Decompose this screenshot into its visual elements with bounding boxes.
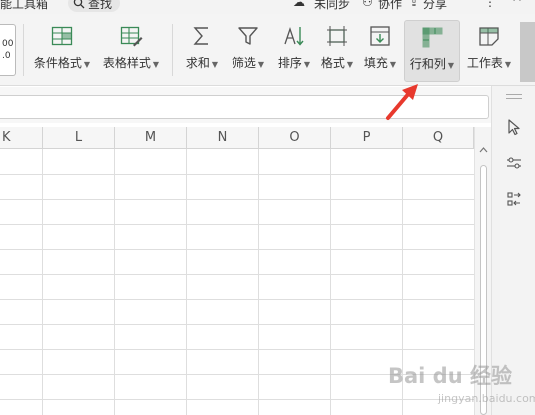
worksheet-icon <box>479 27 499 46</box>
fill-label: 填充 <box>363 56 388 70</box>
scroll-up-icon[interactable] <box>479 147 488 153</box>
ribbon-divider <box>172 24 173 76</box>
grid-column-line <box>258 149 259 415</box>
table-row <box>0 349 474 350</box>
collaborate-icon: ⚇ <box>362 0 373 9</box>
table-row <box>0 324 474 325</box>
fill-button[interactable]: 填充 ▼ <box>358 20 402 82</box>
sort-label: 排序 <box>277 56 302 70</box>
transfer-icon[interactable] <box>505 190 523 208</box>
format-button[interactable]: 格式 ▼ <box>316 20 358 82</box>
worksheet-button[interactable]: 工作表 ▼ <box>462 20 516 82</box>
rows-columns-label: 行和列 <box>409 57 446 71</box>
grid-column-line <box>186 149 187 415</box>
column-header-p[interactable]: P <box>331 127 403 149</box>
grid-column-line <box>42 149 43 415</box>
ribbon-divider <box>23 24 24 76</box>
table-row <box>0 274 474 275</box>
column-header-o[interactable]: O <box>259 127 331 149</box>
sync-status[interactable]: 未同步 <box>314 0 350 12</box>
table-row <box>0 199 474 200</box>
search-box[interactable]: 查找 <box>68 0 120 12</box>
watermark-text: Bai du 经验 <box>388 364 512 388</box>
conditional-format-button[interactable]: 条件格式 ▼ <box>30 20 94 82</box>
dropdown-arrow-icon: ▼ <box>389 60 397 69</box>
number-format-partial[interactable]: 00 .0 <box>0 24 16 76</box>
column-header-l[interactable]: L <box>43 127 115 149</box>
column-header-k[interactable]: K <box>0 127 43 149</box>
format-icon <box>327 26 347 46</box>
search-icon <box>73 0 85 9</box>
annotation-arrow-icon <box>386 84 418 120</box>
table-style-icon <box>120 26 143 47</box>
app-title-fragment: 能工具箱 <box>0 0 49 11</box>
share-icon: ⇪ <box>409 0 420 9</box>
column-header-m[interactable]: M <box>115 127 187 149</box>
collapse-ribbon-button[interactable]: ^ <box>512 0 522 9</box>
title-bar: 能工具箱 查找 ☁ 未同步 ⚇ 协作 ⇪ 分享 ⋮ ^ <box>0 0 535 14</box>
dropdown-arrow-icon: ▼ <box>504 60 512 69</box>
sort-icon <box>284 26 304 46</box>
sliders-icon[interactable] <box>505 154 523 172</box>
panel-handle[interactable] <box>506 98 522 99</box>
sum-icon <box>193 27 208 45</box>
table-row <box>0 174 474 175</box>
grid-column-line <box>330 149 331 415</box>
filter-button[interactable]: 筛选 ▼ <box>226 20 270 82</box>
column-header-n[interactable]: N <box>187 127 259 149</box>
sum-button[interactable]: 求和 ▼ <box>180 20 224 82</box>
search-label: 查找 <box>88 0 113 11</box>
worksheet-label: 工作表 <box>466 56 503 70</box>
sum-label: 求和 <box>185 56 210 70</box>
table-row <box>0 299 474 300</box>
dropdown-arrow-icon: ▼ <box>83 60 91 69</box>
dropdown-arrow-icon: ▼ <box>152 60 160 69</box>
table-row <box>0 224 474 225</box>
rows-columns-button[interactable]: 行和列 ▼ <box>404 20 460 82</box>
dropdown-arrow-icon: ▼ <box>303 60 311 69</box>
panel-handle[interactable] <box>506 94 522 95</box>
fill-icon <box>370 26 390 46</box>
rows-columns-icon <box>422 27 443 48</box>
dropdown-arrow-icon: ▼ <box>447 61 455 70</box>
table-style-label: 表格样式 <box>102 56 151 70</box>
cloud-sync-icon: ☁ <box>293 0 305 9</box>
share-button[interactable]: 分享 <box>423 0 447 12</box>
table-style-button[interactable]: 表格样式 ▼ <box>98 20 164 82</box>
filter-icon <box>238 27 258 45</box>
watermark: Bai du 经验 jingyan.baidu.com <box>388 352 535 412</box>
ribbon-toolbar: 00 .0 条件格式 ▼ 表格样式 ▼ 求和 ▼ 筛选 ▼ 排序 ▼ 格式 ▼ … <box>0 14 535 86</box>
grid-column-line <box>114 149 115 415</box>
column-header-q[interactable]: Q <box>403 127 474 149</box>
sort-button[interactable]: 排序 ▼ <box>272 20 316 82</box>
dropdown-arrow-icon: ▼ <box>257 60 265 69</box>
conditional-format-label: 条件格式 <box>33 56 82 70</box>
format-label: 格式 <box>320 56 345 70</box>
table-row <box>0 249 474 250</box>
collaborate-button[interactable]: 协作 <box>378 0 402 12</box>
dropdown-arrow-icon: ▼ <box>346 60 354 69</box>
dropdown-arrow-icon: ▼ <box>211 60 219 69</box>
watermark-url: jingyan.baidu.com <box>438 392 535 405</box>
conditional-format-icon <box>51 26 73 46</box>
select-cursor-icon[interactable] <box>505 118 523 136</box>
ribbon-scroll-right[interactable] <box>520 22 535 82</box>
more-button[interactable]: ⋮ <box>484 0 496 9</box>
filter-label: 筛选 <box>231 56 256 70</box>
